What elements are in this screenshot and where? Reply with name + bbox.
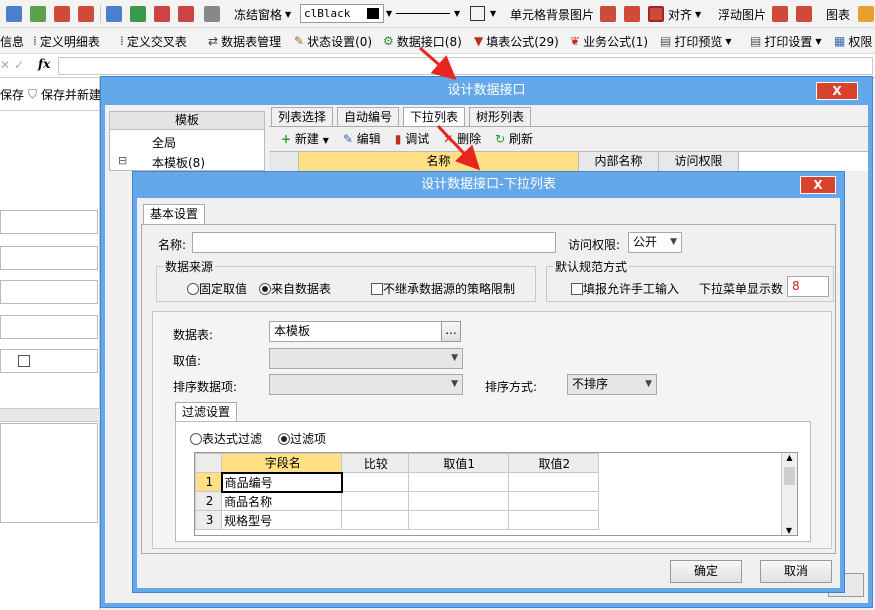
arrow-to-dialog <box>419 46 457 80</box>
annotation-arrows <box>419 46 481 171</box>
arrow-to-dropdown-dialog <box>436 124 481 171</box>
